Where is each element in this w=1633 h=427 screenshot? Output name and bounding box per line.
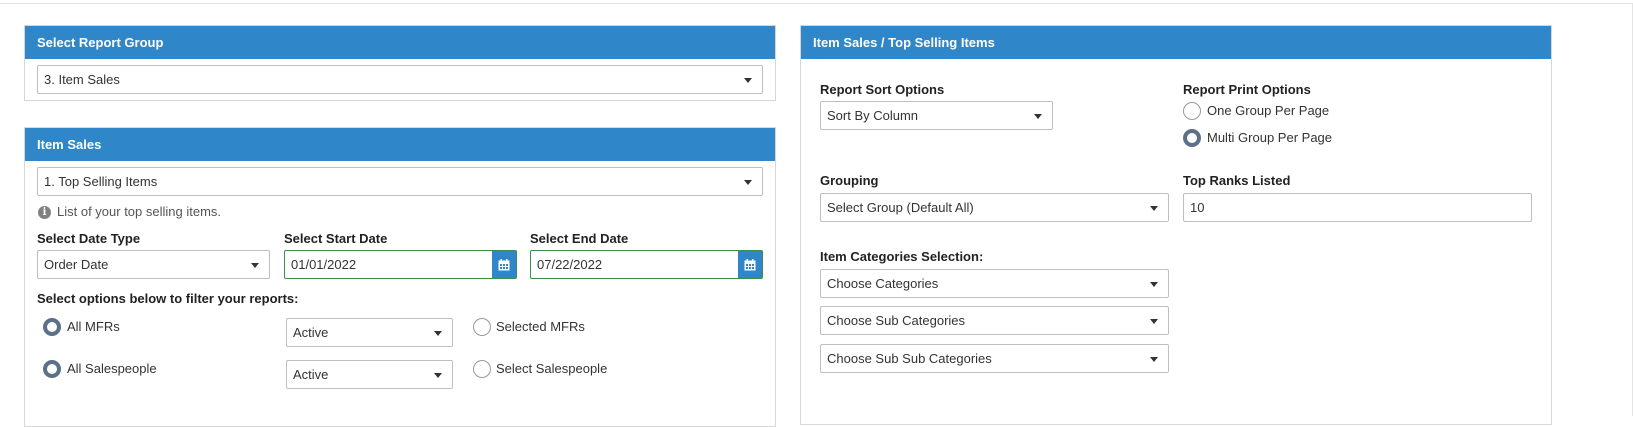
chevron-down-icon bbox=[434, 331, 442, 336]
item-categories-label: Item Categories Selection: bbox=[820, 249, 984, 264]
top-selling-panel: Item Sales / Top Selling Items Report So… bbox=[800, 25, 1552, 425]
start-date-calendar-button[interactable] bbox=[492, 251, 516, 278]
item-sales-report-select[interactable]: 1. Top Selling Items bbox=[37, 167, 763, 196]
info-icon: i bbox=[38, 206, 51, 219]
filter-options-label: Select options below to filter your repo… bbox=[37, 291, 299, 306]
item-sales-report-value: 1. Top Selling Items bbox=[44, 174, 158, 189]
chevron-down-icon bbox=[744, 78, 752, 83]
sort-options-select[interactable]: Sort By Column bbox=[820, 101, 1053, 130]
report-group-select-value: 3. Item Sales bbox=[44, 72, 120, 87]
sort-options-label: Report Sort Options bbox=[820, 82, 945, 97]
select-salespeople-radio[interactable] bbox=[473, 360, 491, 378]
top-ranks-input[interactable]: 10 bbox=[1183, 193, 1532, 222]
end-date-label: Select End Date bbox=[530, 231, 629, 246]
report-group-select[interactable]: 3. Item Sales bbox=[37, 65, 763, 94]
chevron-down-icon bbox=[1150, 357, 1158, 362]
one-group-per-page-label: One Group Per Page bbox=[1207, 103, 1330, 118]
top-ranks-label: Top Ranks Listed bbox=[1183, 173, 1291, 188]
calendar-icon bbox=[498, 258, 510, 270]
end-date-calendar-button[interactable] bbox=[738, 251, 762, 278]
end-date-input[interactable]: 07/22/2022 bbox=[530, 250, 763, 279]
chevron-down-icon bbox=[1150, 206, 1158, 211]
grouping-select[interactable]: Select Group (Default All) bbox=[820, 193, 1169, 222]
end-date-value: 07/22/2022 bbox=[537, 257, 603, 272]
chevron-down-icon bbox=[744, 180, 752, 185]
sort-options-value: Sort By Column bbox=[827, 108, 919, 123]
date-type-label: Select Date Type bbox=[37, 231, 141, 246]
date-type-value: Order Date bbox=[44, 257, 109, 272]
report-group-panel: Select Report Group 3. Item Sales bbox=[24, 25, 776, 101]
mfr-status-select[interactable]: Active bbox=[286, 318, 453, 347]
calendar-icon bbox=[744, 258, 756, 270]
salespeople-status-value: Active bbox=[293, 367, 329, 382]
chevron-down-icon bbox=[1150, 282, 1158, 287]
mfr-status-value: Active bbox=[293, 325, 329, 340]
one-group-per-page-radio[interactable] bbox=[1183, 102, 1201, 120]
start-date-label: Select Start Date bbox=[284, 231, 388, 246]
report-description: List of your top selling items. bbox=[57, 204, 222, 219]
item-sales-panel: Item Sales 1. Top Selling Items i List o… bbox=[24, 127, 776, 427]
selected-mfrs-radio[interactable] bbox=[473, 318, 491, 336]
item-sales-header: Item Sales bbox=[25, 128, 775, 161]
chevron-down-icon bbox=[434, 373, 442, 378]
sub-sub-categories-value: Choose Sub Sub Categories bbox=[827, 351, 992, 366]
top-ranks-value: 10 bbox=[1190, 200, 1205, 215]
multi-group-per-page-label: Multi Group Per Page bbox=[1207, 130, 1333, 145]
print-options-label: Report Print Options bbox=[1183, 82, 1311, 97]
chevron-down-icon bbox=[1034, 114, 1042, 119]
categories-value: Choose Categories bbox=[827, 276, 939, 291]
chevron-down-icon bbox=[1150, 319, 1158, 324]
top-selling-header: Item Sales / Top Selling Items bbox=[801, 26, 1551, 59]
report-group-header: Select Report Group bbox=[25, 26, 775, 59]
chevron-down-icon bbox=[251, 263, 259, 268]
date-type-select[interactable]: Order Date bbox=[37, 250, 270, 279]
all-salespeople-label: All Salespeople bbox=[67, 361, 157, 376]
all-mfrs-radio[interactable] bbox=[43, 318, 61, 336]
start-date-input[interactable]: 01/01/2022 bbox=[284, 250, 517, 279]
select-salespeople-label: Select Salespeople bbox=[496, 361, 608, 376]
selected-mfrs-label: Selected MFRs bbox=[496, 319, 585, 334]
categories-select[interactable]: Choose Categories bbox=[820, 269, 1169, 298]
all-salespeople-radio[interactable] bbox=[43, 360, 61, 378]
sub-sub-categories-select[interactable]: Choose Sub Sub Categories bbox=[820, 344, 1169, 373]
multi-group-per-page-radio[interactable] bbox=[1183, 129, 1201, 147]
page-top-border bbox=[0, 3, 1633, 4]
start-date-value: 01/01/2022 bbox=[291, 257, 357, 272]
grouping-value: Select Group (Default All) bbox=[827, 200, 974, 215]
all-mfrs-label: All MFRs bbox=[67, 319, 120, 334]
sub-categories-select[interactable]: Choose Sub Categories bbox=[820, 306, 1169, 335]
sub-categories-value: Choose Sub Categories bbox=[827, 313, 966, 328]
grouping-label: Grouping bbox=[820, 173, 879, 188]
salespeople-status-select[interactable]: Active bbox=[286, 360, 453, 389]
